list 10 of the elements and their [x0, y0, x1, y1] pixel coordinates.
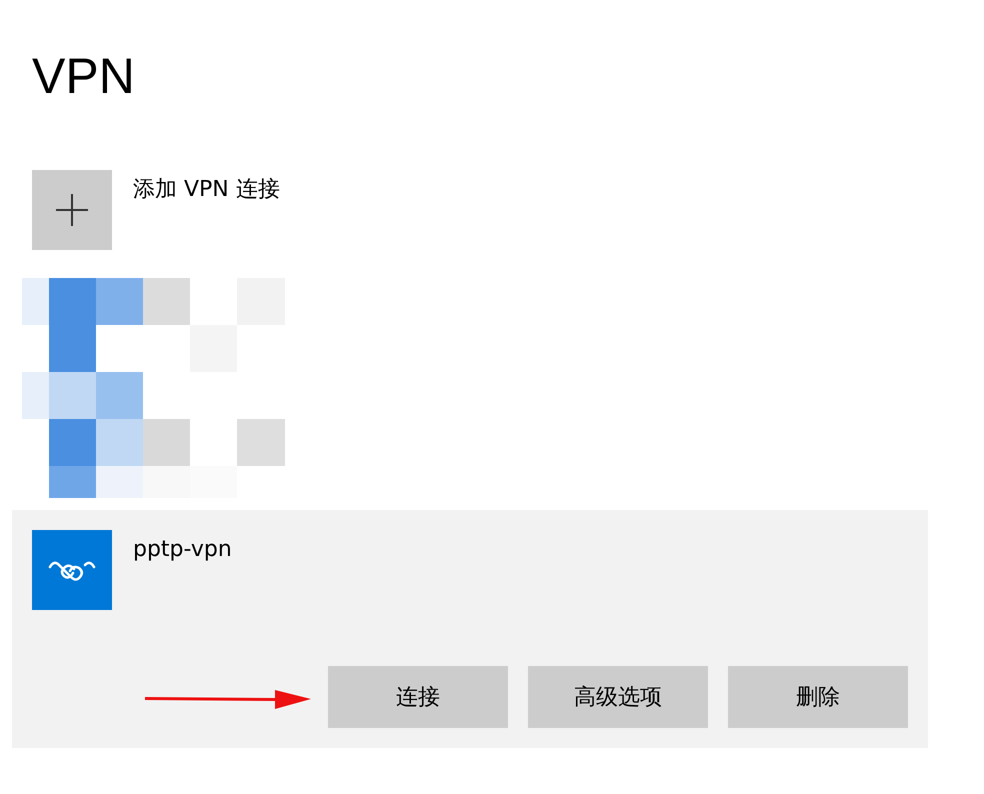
action-button[interactable]: 高级选项: [528, 666, 708, 728]
plus-icon: [55, 193, 89, 227]
connection-name: pptp-vpn: [133, 536, 232, 564]
action-button[interactable]: 删除: [728, 666, 908, 728]
vpn-connection-item[interactable]: pptp-vpn 连接 高级选项 删除: [12, 510, 928, 748]
add-button[interactable]: [32, 170, 112, 250]
add-connection-label[interactable]: 添加 VPN 连接: [133, 176, 280, 204]
action-button[interactable]: 连接: [328, 666, 508, 728]
vpn-icon: [32, 530, 112, 610]
page-title: VPN: [32, 47, 135, 106]
